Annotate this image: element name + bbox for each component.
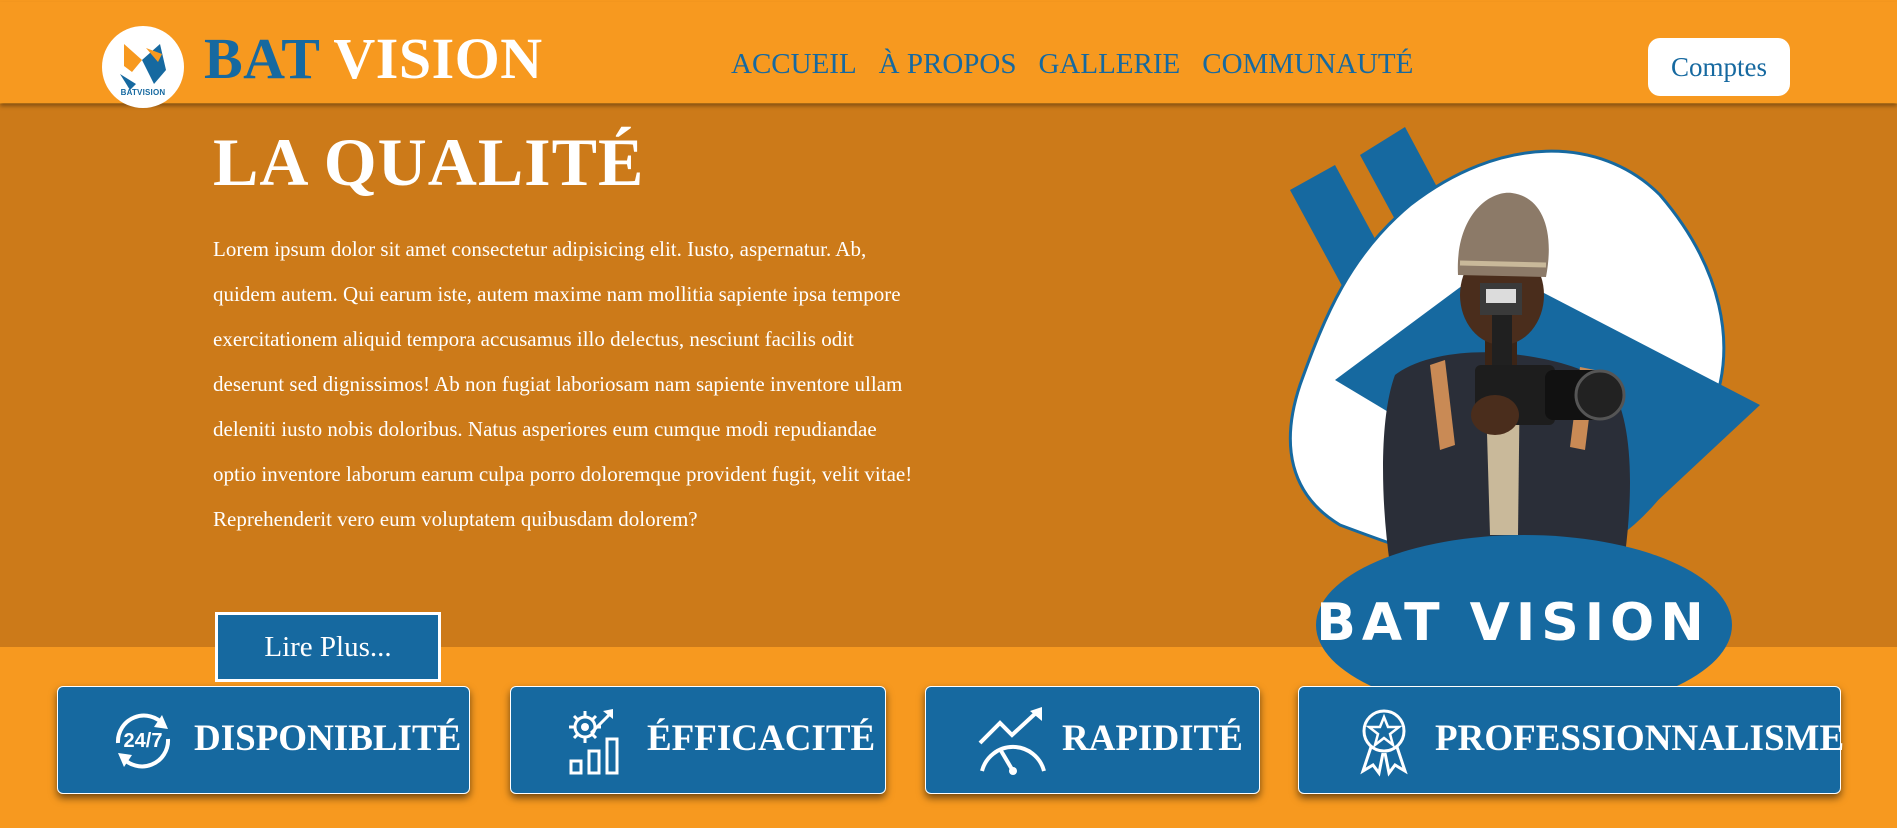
hero-image-brand-label: BAT VISION <box>1316 593 1710 653</box>
brand-part-vision: VISION <box>333 26 543 91</box>
speedometer-trend-icon <box>978 707 1046 775</box>
feature-label: RAPIDITÉ <box>1062 718 1243 759</box>
accounts-button[interactable]: Comptes <box>1648 38 1790 96</box>
feature-label: DISPONIBLITÉ <box>194 718 462 759</box>
feature-label: ÉFFICACITÉ <box>647 718 876 759</box>
brand-part-bat: BAT <box>204 26 320 91</box>
gear-growth-chart-icon <box>569 709 619 775</box>
feature-card-rapidite[interactable]: RAPIDITÉ <box>925 686 1260 794</box>
nav-item-accueil[interactable]: ACCUEIL <box>731 48 857 81</box>
feature-label: PROFESSIONNALISME <box>1435 718 1845 759</box>
award-ribbon-icon <box>1360 709 1408 777</box>
nav-item-a-propos[interactable]: À PROPOS <box>879 48 1017 81</box>
brand-name[interactable]: BAT VISION <box>204 30 543 88</box>
nav-item-gallerie[interactable]: GALLERIE <box>1038 48 1180 81</box>
logo-caption: BATVISION <box>120 88 166 97</box>
top-navbar: BATVISION BAT VISION ACCUEIL À PROPOS GA… <box>0 2 1897 108</box>
feature-card-efficacite[interactable]: ÉFFICACITÉ <box>510 686 886 794</box>
read-more-button[interactable]: Lire Plus... <box>215 612 441 682</box>
nav-item-communaute[interactable]: COMMUNAUTÉ <box>1202 48 1413 81</box>
feature-card-disponibilite[interactable]: 24/7 DISPONIBLITÉ <box>57 686 470 794</box>
clock-24-7-icon: 24/7 <box>115 713 171 769</box>
hero-paragraph: Lorem ipsum dolor sit amet consectetur a… <box>213 237 913 531</box>
hero-title: LA QUALITÉ <box>213 124 645 200</box>
svg-text:24/7: 24/7 <box>124 730 163 752</box>
feature-card-professionnalisme[interactable]: PROFESSIONNALISME <box>1298 686 1845 794</box>
logo[interactable]: BATVISION <box>102 26 184 108</box>
main-nav: ACCUEIL À PROPOS GALLERIE COMMUNAUTÉ <box>731 48 1413 81</box>
hero-illustration: BAT VISION <box>1280 115 1780 715</box>
